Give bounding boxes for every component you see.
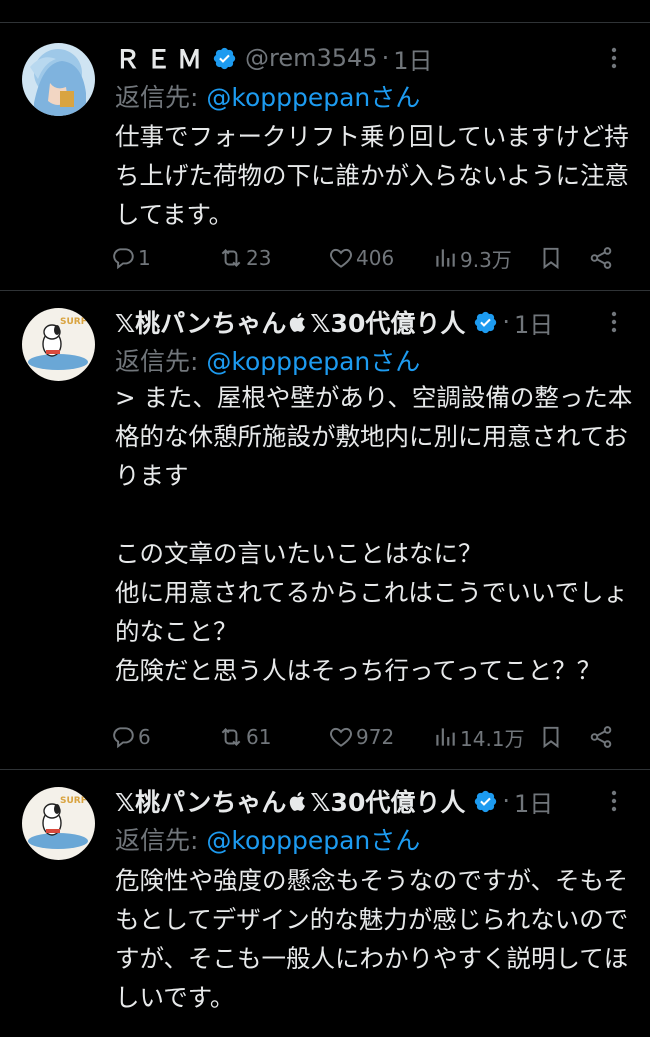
svg-text:SURF'S UP: SURF'S UP	[60, 317, 95, 327]
handle[interactable]: @rem3545	[245, 44, 378, 72]
bookmark-icon	[543, 247, 559, 270]
reply-count: 1	[138, 246, 151, 270]
tweet-divider	[0, 769, 650, 770]
reply-button[interactable]: 1	[110, 242, 151, 274]
tweet[interactable]: SURF'S UP 𝕏桃パンちゃん 𝕏30代億り人 · 1日 返信先: @kop…	[0, 304, 650, 769]
reply-mention-link[interactable]: @kopppepanさん	[206, 347, 420, 376]
replying-to-label: 返信先:	[115, 347, 207, 376]
mention-handle[interactable]: @kopppepan	[206, 83, 370, 112]
verified-badge-icon	[473, 310, 498, 335]
views-button[interactable]: 9.3万	[432, 242, 512, 274]
avatar[interactable]: SURF'S UP	[22, 308, 95, 381]
share-button[interactable]	[588, 242, 614, 274]
mention-handle[interactable]: @kopppepan	[206, 826, 370, 855]
more-options-icon[interactable]	[602, 44, 626, 72]
retweet-icon	[221, 249, 241, 267]
separator-dot: ·	[502, 787, 510, 815]
verified-badge-icon	[212, 46, 237, 71]
retweet-count: 61	[246, 725, 272, 749]
bookmark-icon	[543, 726, 559, 749]
svg-text:SURF'S UP: SURF'S UP	[60, 796, 95, 806]
separator-dot: ·	[381, 44, 390, 72]
analytics-icon	[436, 249, 455, 267]
like-button[interactable]: 972	[328, 721, 394, 753]
share-button[interactable]	[588, 721, 614, 753]
bookmark-button[interactable]	[538, 242, 564, 274]
verified-badge-icon	[473, 789, 498, 814]
more-options-icon[interactable]	[602, 308, 626, 336]
timestamp[interactable]: 1日	[514, 305, 553, 340]
retweet-count: 23	[246, 246, 272, 270]
avatar[interactable]	[22, 43, 95, 116]
bookmark-button[interactable]	[538, 721, 564, 753]
replying-to: 返信先: @kopppepanさん	[115, 78, 420, 114]
more-options-icon[interactable]	[602, 787, 626, 815]
apple-icon	[288, 789, 308, 813]
heart-icon	[330, 727, 352, 747]
replying-to: 返信先: @kopppepanさん	[115, 342, 420, 378]
like-button[interactable]: 406	[328, 242, 394, 274]
share-icon	[590, 726, 612, 748]
tweet[interactable]: SURF'S UP 𝕏桃パンちゃん 𝕏30代億り人 · 1日 返信先: @kop…	[0, 783, 650, 1037]
view-count: 9.3万	[460, 247, 512, 272]
action-bar: 1 23 406 9.3万	[110, 242, 630, 274]
views-button[interactable]: 14.1万	[432, 721, 525, 753]
retweet-icon	[221, 728, 241, 746]
share-icon	[590, 247, 612, 269]
timestamp[interactable]: 1日	[393, 41, 432, 76]
mention-suffix: さん	[370, 83, 421, 112]
display-name[interactable]: 𝕏桃パンちゃん	[115, 304, 286, 340]
replying-to: 返信先: @kopppepanさん	[115, 821, 420, 857]
avatar[interactable]: SURF'S UP	[22, 787, 95, 860]
separator-dot: ·	[502, 308, 510, 336]
like-count: 972	[356, 725, 395, 749]
replying-to-label: 返信先:	[115, 83, 207, 112]
apple-icon	[288, 310, 308, 334]
retweet-button[interactable]: 23	[218, 242, 271, 274]
heart-icon	[330, 248, 352, 268]
replying-to-label: 返信先:	[115, 826, 207, 855]
tweet-text: > また、屋根や壁があり、空調設備の整った本格的な休憩所施設が敷地内に別に用意さ…	[115, 383, 633, 685]
reply-icon	[113, 248, 134, 270]
mention-suffix: さん	[370, 826, 421, 855]
tweet-text: 危険性や強度の懸念もそうなのですが、そもそもとしてデザイン的な魅力が感じられない…	[115, 866, 629, 1012]
display-name[interactable]: ＲＥＭ	[115, 40, 208, 76]
action-bar: 6 61 972 14.1万	[110, 721, 630, 753]
tweet-text: 仕事でフォークリフト乗り回していますけど持ち上げた荷物の下に誰かが入らないように…	[115, 122, 630, 229]
view-count: 14.1万	[460, 726, 525, 751]
top-divider	[0, 22, 650, 23]
display-name-suffix[interactable]: 𝕏30代億り人	[310, 783, 465, 819]
display-name-suffix[interactable]: 𝕏30代億り人	[310, 304, 465, 340]
tweet[interactable]: ＲＥＭ @rem3545 · 1日 返信先: @kopppepanさん 仕事でフ…	[0, 40, 650, 290]
retweet-button[interactable]: 61	[218, 721, 271, 753]
reply-mention-link[interactable]: @kopppepanさん	[206, 83, 420, 112]
reply-count: 6	[138, 725, 151, 749]
mention-handle[interactable]: @kopppepan	[206, 347, 370, 376]
like-count: 406	[356, 246, 395, 270]
reply-icon	[113, 727, 134, 749]
reply-button[interactable]: 6	[110, 721, 151, 753]
timestamp[interactable]: 1日	[514, 784, 553, 819]
mention-suffix: さん	[370, 347, 421, 376]
tweet-divider	[0, 290, 650, 291]
analytics-icon	[436, 728, 455, 746]
reply-mention-link[interactable]: @kopppepanさん	[206, 826, 420, 855]
display-name[interactable]: 𝕏桃パンちゃん	[115, 783, 286, 819]
